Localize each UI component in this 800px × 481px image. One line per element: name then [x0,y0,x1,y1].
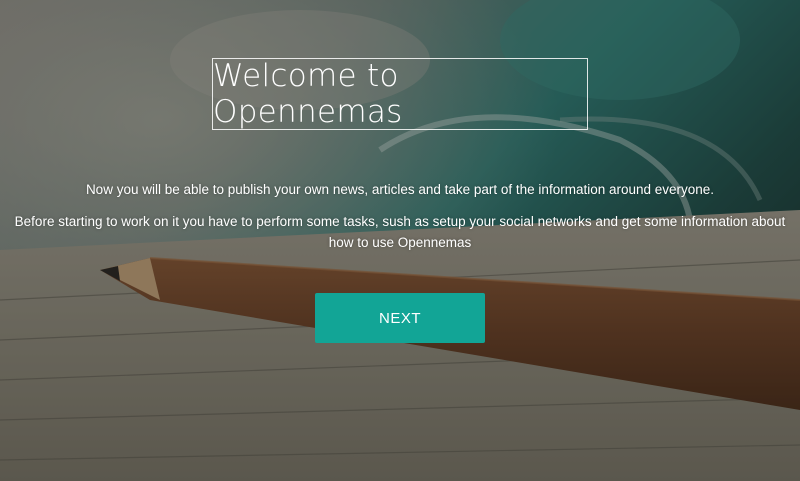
next-button[interactable]: NEXT [315,293,485,343]
page-title: Welcome to Opennemas [213,58,403,130]
intro-text: Now you will be able to publish your own… [85,182,715,197]
welcome-panel: Welcome to Opennemas Now you will be abl… [0,0,800,481]
welcome-title-box: Welcome to Opennemas [212,58,588,130]
instructions-text: Before starting to work on it you have t… [14,214,786,250]
